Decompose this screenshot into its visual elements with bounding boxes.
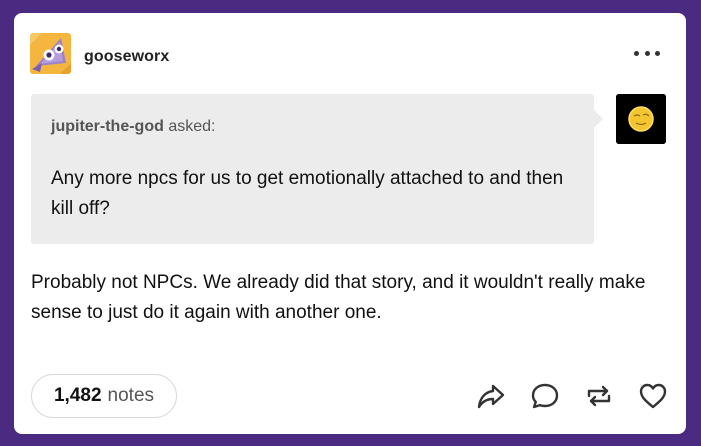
post-actions	[475, 379, 668, 413]
more-options-icon[interactable]	[634, 43, 660, 63]
post-card: gooseworx jupiter-the-god asked: Any mor…	[14, 13, 686, 434]
asker-line: jupiter-the-god asked:	[51, 118, 215, 136]
asked-label: asked:	[168, 118, 216, 135]
question-text: Any more npcs for us to get emotionally …	[51, 168, 564, 219]
reply-bubble-icon[interactable]	[529, 381, 560, 412]
notes-label: notes	[107, 385, 155, 406]
more-dot	[634, 50, 639, 56]
answer-text: Probably not NPCs. We already did that s…	[31, 272, 646, 323]
author-username[interactable]: gooseworx	[84, 48, 169, 66]
post-header: gooseworx	[30, 33, 670, 75]
author-avatar[interactable]	[30, 33, 71, 74]
more-dot	[644, 50, 650, 56]
author-avatar-image	[30, 33, 71, 74]
heart-icon[interactable]	[637, 381, 668, 412]
reblog-icon[interactable]	[583, 381, 614, 412]
asker-avatar-image	[616, 94, 666, 144]
asker-avatar[interactable]	[616, 94, 666, 144]
share-arrow-icon[interactable]	[475, 381, 506, 412]
ask-box: jupiter-the-god asked: Any more npcs for…	[31, 94, 603, 244]
asker-name[interactable]: jupiter-the-god	[51, 118, 164, 135]
more-dot	[655, 50, 660, 56]
notes-button[interactable]: 1,482 notes	[31, 374, 177, 418]
notes-count: 1,482	[53, 385, 102, 406]
